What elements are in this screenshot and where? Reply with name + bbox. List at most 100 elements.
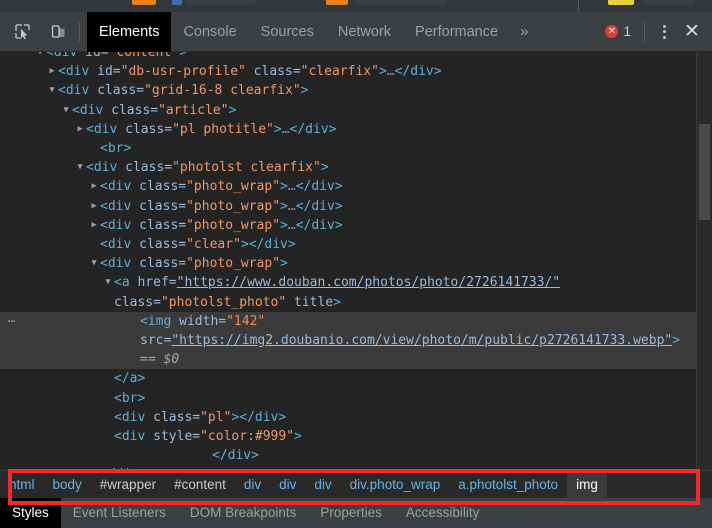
dom-token-tag: > [672, 333, 681, 349]
dom-token-val: "content" [108, 52, 180, 60]
dom-token-tag: > [280, 179, 288, 195]
dom-token-val: "pl photitle" [172, 121, 274, 137]
breadcrumb-item[interactable]: a.photolst_photo [449, 471, 567, 499]
page-content-sliver [0, 0, 712, 12]
expand-triangle-icon[interactable]: ▼ [103, 273, 113, 292]
tab-performance[interactable]: Performance [403, 12, 510, 52]
breadcrumb-item[interactable]: img [567, 471, 607, 499]
tab-network[interactable]: Network [326, 12, 403, 52]
breadcrumb-item[interactable]: div [305, 471, 340, 499]
dom-tree-row[interactable]: ▶ <div class="pl photitle">…</div> [0, 120, 700, 139]
dom-tree-row[interactable]: ▶ <div id="db-usr-profile" class="clearfi… [0, 62, 700, 81]
dom-token-val: "photo_wrap" [186, 217, 281, 233]
dom-token-tag: > [320, 160, 329, 176]
dom-tree-row[interactable]: ▼ <div class="photo_wrap"> [0, 254, 700, 273]
collapse-triangle-icon[interactable]: ▶ [89, 216, 99, 235]
collapse-triangle-icon[interactable]: ▶ [89, 197, 99, 216]
error-count: 1 [623, 24, 631, 39]
expand-triangle-icon[interactable]: ▼ [61, 101, 71, 120]
tab-properties[interactable]: Properties [308, 498, 394, 528]
close-icon[interactable]: ✕ [678, 18, 706, 46]
error-count-badge[interactable]: ✕ 1 [599, 24, 637, 39]
dom-token-attr: href= [137, 275, 177, 291]
breadcrumb-item[interactable]: div.photo_wrap [341, 471, 450, 499]
tab-accessibility[interactable]: Accessibility [394, 498, 492, 528]
dom-token-tag: <div [72, 102, 112, 118]
sliver-chip [326, 0, 348, 5]
dom-token-link[interactable]: "https://img2.doubanio.com/view/photo/m/… [171, 333, 672, 348]
dom-token-tag: <br> [114, 390, 146, 406]
dom-tree-row[interactable]: ▶ <div class="photo_wrap">…</div> [0, 216, 700, 235]
expand-triangle-icon[interactable]: ▼ [47, 81, 57, 100]
dom-tree-row[interactable]: ▼ <div class="photolst clearfix"> [0, 158, 700, 177]
dom-token-val: "photo_wrap" [186, 198, 281, 214]
dom-tree-row[interactable]: </a> [0, 369, 700, 388]
device-toolbar-icon[interactable] [44, 18, 72, 46]
dom-token-tag: </div> [394, 64, 442, 80]
tab-label: Properties [320, 505, 382, 520]
dom-tree-panel[interactable]: ▼ <div id="content"> ▶ <div id="db-usr-prof… [0, 52, 712, 470]
tab-label: DOM Breakpoints [189, 505, 297, 520]
tab-dom-breakpoints[interactable]: DOM Breakpoints [178, 498, 309, 528]
dom-tree-row[interactable]: ▼ <a href="https://www.douban.com/photos/… [0, 273, 700, 311]
dom-token-attr: class= [139, 179, 187, 195]
dom-token-tag: </div> [289, 121, 337, 137]
tab-sources[interactable]: Sources [249, 12, 326, 52]
dom-tree-row[interactable]: ▶ <div class="photo_wrap">…</div> [0, 197, 700, 216]
inspect-cursor-icon[interactable] [8, 18, 36, 46]
dom-token-val: "db-usr-profile" [120, 64, 246, 80]
dom-tree-row[interactable]: <br> [0, 139, 700, 158]
dom-tree-row[interactable]: <div class="pl"></div> [0, 408, 700, 427]
tab-event-listeners[interactable]: Event Listeners [61, 498, 178, 528]
sidebar-tabs: Styles Event Listeners DOM Breakpoints P… [0, 498, 712, 528]
dom-token-tag: </div> [212, 448, 259, 464]
dom-tree-scrollbar[interactable] [696, 52, 712, 470]
breadcrumb-item[interactable]: #content [165, 471, 235, 499]
breadcrumb-item[interactable]: div [235, 471, 270, 499]
breadcrumb: html body #wrapper #content div div div div.pho… [0, 470, 712, 499]
dom-token-tag: <div [100, 237, 140, 253]
tab-elements[interactable]: Elements [87, 11, 172, 52]
breadcrumb-item[interactable]: body [44, 471, 91, 499]
dom-tree-row[interactable]: ▼ <div id="content"> [0, 52, 700, 62]
collapse-triangle-icon[interactable]: ▶ [75, 120, 85, 139]
row-overflow-icon[interactable]: ⋯ [8, 314, 16, 329]
dom-tree-row[interactable]: <div style="color:#999"> [0, 427, 700, 446]
expand-triangle-icon[interactable]: ▼ [89, 254, 99, 273]
dom-token-tag: <div [100, 179, 140, 195]
breadcrumb-item[interactable]: #wrapper [91, 471, 165, 499]
tab-label: Network [337, 23, 392, 40]
expand-triangle-icon[interactable]: ▼ [75, 158, 85, 177]
dom-row-content: <div class="photo_wrap">…</div> [0, 216, 696, 235]
collapse-triangle-icon[interactable]: ▶ [89, 177, 99, 196]
dom-row-content: </div> [0, 446, 696, 465]
kebab-menu-icon[interactable] [652, 18, 676, 46]
scrollbar-thumb[interactable] [699, 124, 710, 220]
expand-triangle-icon[interactable]: ▼ [35, 52, 45, 62]
dom-row-content: <div class="photo_wrap">…</div> [0, 177, 696, 196]
dom-tree-row[interactable]: </div> [0, 446, 700, 465]
more-tabs-chevron-icon[interactable]: » [510, 23, 537, 40]
dom-token-tag: <br> [100, 141, 132, 157]
collapse-triangle-icon[interactable]: ▶ [47, 62, 57, 81]
breadcrumb-item[interactable]: html [0, 471, 44, 499]
dom-row-content: <div class="photolst clearfix"> [0, 158, 696, 177]
breadcrumb-item[interactable]: div [270, 471, 305, 499]
sliver-chip [132, 0, 156, 5]
dom-token-attr: class= [125, 121, 173, 137]
dom-tree-row[interactable]: <div class="clear"></div> [0, 235, 700, 254]
dom-token-link[interactable]: "https://www.douban.com/photos/photo/272… [177, 275, 561, 290]
dom-tree-row[interactable]: <br> [0, 389, 700, 408]
dom-tree-row[interactable]: ▶ <div class="photo_wrap">…</div> [0, 177, 700, 196]
dom-token-attr: id= [97, 64, 121, 80]
dom-token-attr: title [286, 294, 334, 310]
dom-token-tag: > [294, 429, 302, 445]
dom-tree-row[interactable]: ▼ <div class="grid-16-8 clearfix"> [0, 81, 700, 100]
dom-tree-row[interactable]: ▼ <div class="article"> [0, 101, 700, 120]
dom-tree-row[interactable]: ⋯ <img width="142" src="https://img2.doub… [0, 311, 700, 370]
dom-token-tag: </div> [295, 217, 343, 233]
tab-styles[interactable]: Styles [0, 498, 61, 528]
tab-console[interactable]: Console [171, 12, 248, 52]
dom-token-attr: id= [85, 52, 109, 60]
dom-token-attr: class= [111, 102, 159, 118]
